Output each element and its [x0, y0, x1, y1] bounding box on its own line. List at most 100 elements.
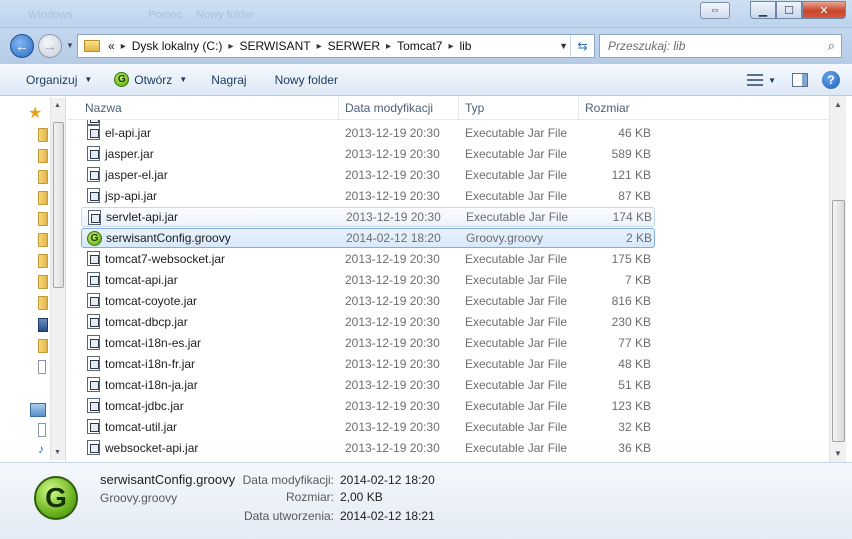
forward-button[interactable]: →: [38, 34, 62, 58]
folder-icon[interactable]: [38, 191, 48, 205]
music-library-icon[interactable]: ♪: [38, 442, 48, 456]
file-date: 2013-12-19 20:30: [345, 399, 440, 413]
breadcrumb-item[interactable]: lib: [459, 39, 471, 53]
organize-button[interactable]: Organizuj ▼: [18, 68, 100, 92]
open-label: Otwórz: [134, 72, 173, 87]
file-row[interactable]: GserwisantConfig.groovy 2014-02-12 18:20 G…: [81, 228, 655, 248]
file-row[interactable]: el-api.jar 2013-12-19 20:30 Executable Jar…: [81, 123, 655, 143]
file-row[interactable]: jasper.jar 2013-12-19 20:30 Executable Jar…: [81, 144, 655, 164]
breadcrumb-item[interactable]: SERWISANT: [239, 39, 310, 53]
file-row[interactable]: websocket-api.jar 2013-12-19 20:30 Executa…: [81, 438, 655, 458]
file-size: 7 KB: [624, 273, 651, 287]
file-row[interactable]: tomcat7-websocket.jar 2013-12-19 20:30 Exe…: [81, 249, 655, 269]
details-created-label: Data utworzenia:: [243, 509, 334, 523]
breadcrumb-item[interactable]: SERWER: [328, 39, 380, 53]
folder-icon[interactable]: [38, 339, 48, 353]
groovy-icon: G: [114, 72, 130, 87]
nav-scrollbar[interactable]: ▲ ▼: [50, 98, 65, 460]
jar-icon: [87, 188, 100, 203]
chevron-right-icon[interactable]: ▸: [386, 41, 391, 52]
folder-icon[interactable]: [38, 296, 48, 310]
file-date: 2013-12-19 20:30: [345, 147, 440, 161]
new-folder-button[interactable]: Nowy folder: [267, 68, 346, 92]
folder-icon[interactable]: [38, 170, 48, 184]
file-row[interactable]: jsp-api.jar 2013-12-19 20:30 Executable Ja…: [81, 186, 655, 206]
computer-icon[interactable]: [38, 318, 48, 332]
jar-icon: [87, 398, 100, 413]
recent-pages-dropdown[interactable]: ▼: [66, 41, 74, 50]
view-dropdown-icon[interactable]: ▼: [768, 76, 776, 85]
change-view-icon[interactable]: [744, 71, 766, 89]
scrollbar-thumb[interactable]: [832, 200, 845, 442]
file-row[interactable]: tomcat-i18n-es.jar 2013-12-19 20:30 Execut…: [81, 333, 655, 353]
chevron-right-icon[interactable]: ▸: [228, 41, 233, 52]
column-header-type[interactable]: Typ: [459, 96, 579, 120]
open-button[interactable]: G Otwórz ▼: [106, 68, 195, 92]
column-header-date[interactable]: Data modyfikacji: [339, 96, 459, 120]
address-history-dropdown[interactable]: ▼: [559, 41, 568, 51]
file-row[interactable]: tomcat-coyote.jar 2013-12-19 20:30 Executa…: [81, 291, 655, 311]
search-input[interactable]: [608, 39, 808, 53]
file-name: servlet-api.jar: [106, 210, 179, 224]
file-list-scrollbar[interactable]: ▲ ▼: [829, 96, 846, 462]
column-header-name[interactable]: Nazwa: [79, 96, 339, 120]
scroll-down-icon[interactable]: ▼: [834, 449, 842, 458]
burn-label: Nagraj: [211, 72, 247, 87]
close-button[interactable]: ✕: [802, 1, 846, 19]
scroll-up-icon[interactable]: ▲: [834, 100, 842, 109]
file-size: 48 KB: [618, 357, 651, 371]
file-row[interactable]: tomcat-i18n-ja.jar 2013-12-19 20:30 Execut…: [81, 375, 655, 395]
folder-icon[interactable]: [38, 128, 48, 142]
breadcrumb-item[interactable]: Tomcat7: [397, 39, 442, 53]
file-row[interactable]: tomcat-dbcp.jar 2013-12-19 20:30 Executabl…: [81, 312, 655, 332]
chevron-right-icon[interactable]: ▸: [317, 41, 322, 52]
ghost-menu-item: Windows: [28, 9, 73, 21]
jar-icon: [87, 314, 100, 329]
groovy-file-icon: G: [34, 476, 78, 520]
file-name: tomcat-dbcp.jar: [105, 315, 188, 329]
breadcrumb-overflow[interactable]: «: [108, 39, 115, 53]
back-button[interactable]: ←: [10, 34, 34, 58]
file-row[interactable]: servlet-api.jar 2013-12-19 20:30 Executabl…: [81, 207, 655, 227]
file-date: 2013-12-19 20:30: [345, 315, 440, 329]
documents-library-icon[interactable]: [38, 423, 46, 437]
minimize-button[interactable]: ▁: [750, 1, 776, 19]
file-size: 36 KB: [618, 441, 651, 455]
column-header-size[interactable]: Rozmiar: [579, 96, 659, 120]
preview-pane-icon[interactable]: [792, 73, 808, 87]
folder-icon[interactable]: [38, 275, 48, 289]
file-row[interactable]: tomcat-util.jar 2013-12-19 20:30 Executabl…: [81, 417, 655, 437]
file-name: tomcat-i18n-ja.jar: [105, 378, 198, 392]
restore-snap-button[interactable]: ⇔: [700, 2, 730, 19]
folder-icon[interactable]: [38, 212, 48, 226]
file-name: tomcat7-websocket.jar: [105, 252, 226, 266]
scroll-up-icon[interactable]: ▲: [54, 102, 61, 109]
folder-icon[interactable]: [38, 254, 48, 268]
file-row[interactable]: tomcat-api.jar 2013-12-19 20:30 Executable…: [81, 270, 655, 290]
file-row[interactable]: jasper-el.jar 2013-12-19 20:30 Executable …: [81, 165, 655, 185]
chevron-down-icon: ▼: [84, 75, 93, 84]
help-icon[interactable]: ?: [822, 71, 840, 89]
refresh-icon[interactable]: ⇆: [570, 35, 594, 57]
file-name: tomcat-i18n-fr.jar: [105, 357, 196, 371]
file-size: 87 KB: [618, 189, 651, 203]
search-icon[interactable]: ⌕: [828, 38, 835, 54]
file-date: 2013-12-19 20:30: [345, 336, 440, 350]
file-row[interactable]: tomcat-jdbc.jar 2013-12-19 20:30 Executabl…: [81, 396, 655, 416]
file-row[interactable]: tomcat-i18n-fr.jar 2013-12-19 20:30 Execut…: [81, 354, 655, 374]
maximize-button[interactable]: ☐: [776, 1, 802, 19]
libraries-icon[interactable]: [30, 403, 46, 417]
file-type: Executable Jar File: [465, 441, 568, 455]
folder-icon[interactable]: [38, 149, 48, 163]
burn-button[interactable]: Nagraj: [203, 68, 254, 92]
breadcrumb-item[interactable]: Dysk lokalny (C:): [132, 39, 223, 53]
document-icon[interactable]: [38, 360, 46, 374]
address-bar[interactable]: « ▸ Dysk lokalny (C:) ▸ SERWISANT ▸ SERW…: [77, 34, 595, 58]
search-box[interactable]: ⌕: [599, 34, 842, 58]
scroll-down-icon[interactable]: ▼: [54, 449, 61, 456]
favorites-star-icon[interactable]: ★: [28, 106, 44, 122]
scrollbar-thumb[interactable]: [53, 122, 64, 288]
folder-icon[interactable]: [38, 233, 48, 247]
chevron-right-icon[interactable]: ▸: [448, 41, 453, 52]
jar-icon: [87, 251, 100, 266]
